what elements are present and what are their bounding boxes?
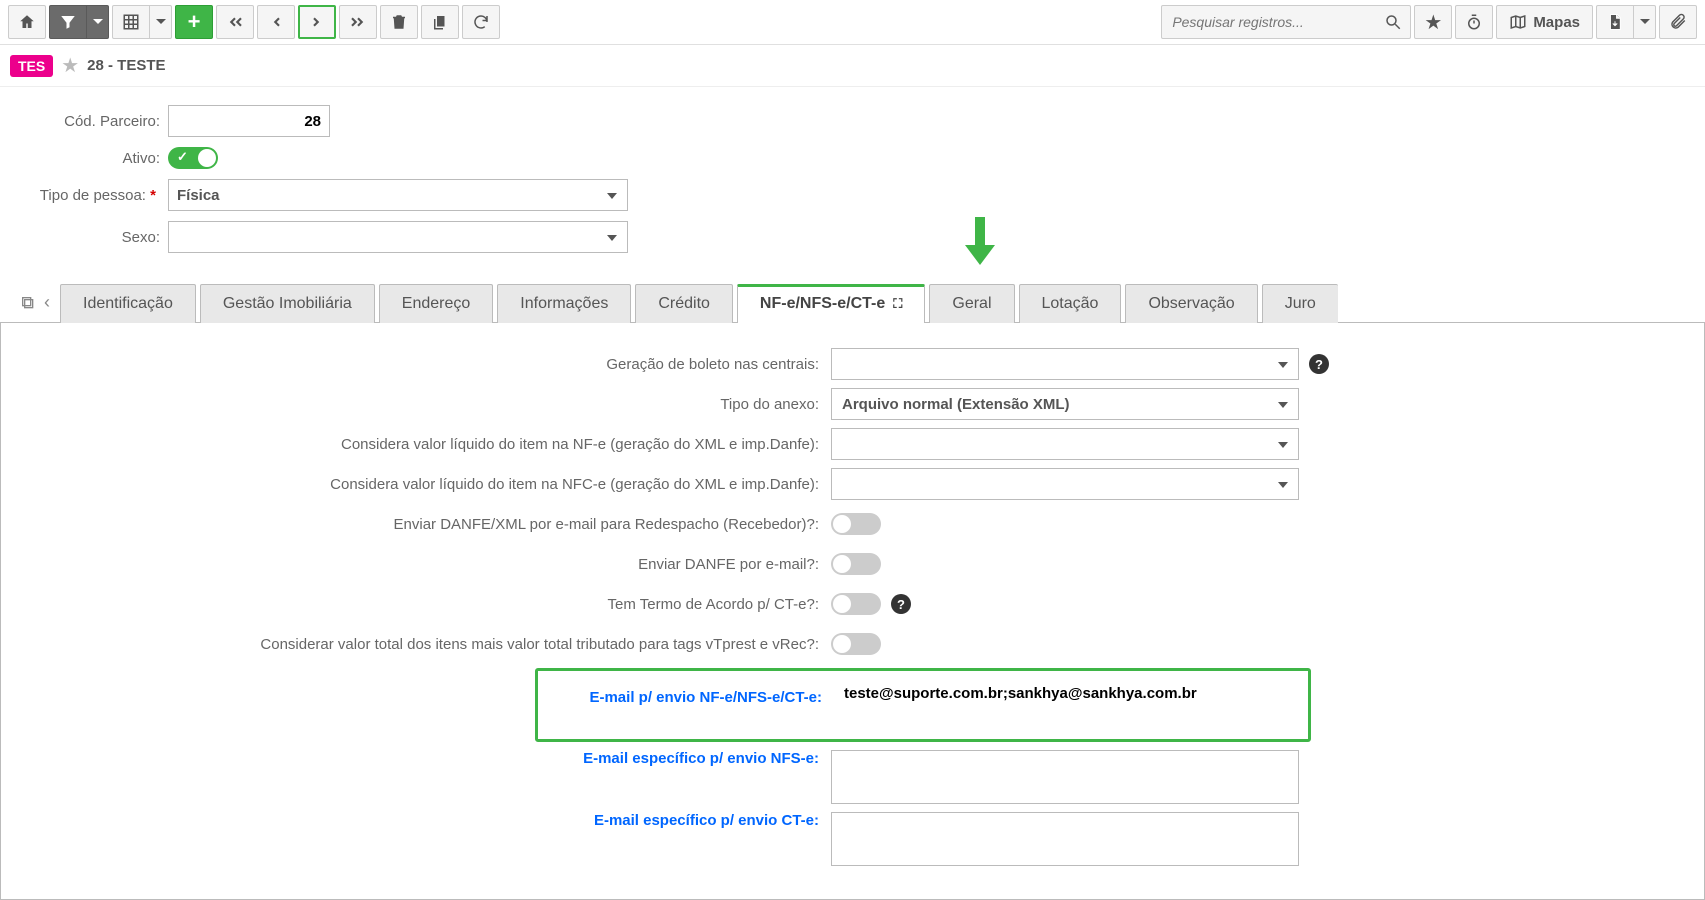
grid-button[interactable]: [112, 5, 150, 39]
help-icon[interactable]: ?: [891, 594, 911, 614]
cod-parceiro-label: Cód. Parceiro:: [18, 113, 168, 130]
last-button[interactable]: [339, 5, 377, 39]
prev-button[interactable]: [257, 5, 295, 39]
enviar-danfe-label: Enviar DANFE por e-mail?:: [11, 556, 831, 573]
enviar-danfe-toggle[interactable]: [831, 553, 881, 575]
home-icon: [18, 13, 36, 31]
email-nfe-input[interactable]: teste@suporte.com.br;sankhya@sankhya.com…: [834, 683, 1294, 711]
search-icon-button[interactable]: [1376, 13, 1410, 31]
termo-acordo-label: Tem Termo de Acordo p/ CT-e?:: [11, 596, 831, 613]
tab-nav: ‹: [10, 283, 60, 322]
chevron-left-icon: [267, 13, 285, 31]
tab-lotacao[interactable]: Lotação: [1019, 284, 1122, 323]
toolbar: + ★ Mapas: [0, 0, 1705, 45]
first-button[interactable]: [216, 5, 254, 39]
tab-identificacao[interactable]: Identificação: [60, 284, 196, 323]
star-icon: ★: [1424, 10, 1442, 35]
enviar-danfe-xml-toggle[interactable]: [831, 513, 881, 535]
filter-dropdown-button[interactable]: [87, 5, 109, 39]
export-dropdown-button[interactable]: [1634, 5, 1656, 39]
termo-acordo-toggle[interactable]: [831, 593, 881, 615]
email-nfse-input[interactable]: [831, 750, 1299, 804]
form-area: Cód. Parceiro: Ativo: Tipo de pessoa: * …: [0, 87, 1705, 273]
map-icon: [1509, 13, 1527, 31]
expand-icon[interactable]: ⛶: [893, 296, 902, 312]
tab-geral[interactable]: Geral: [929, 284, 1014, 323]
tab-scroll-left[interactable]: ‹: [44, 292, 50, 313]
email-nfse-label: E-mail específico p/ envio NFS-e:: [11, 750, 831, 767]
grid-icon: [122, 13, 140, 31]
home-button[interactable]: [8, 5, 46, 39]
considerar-total-label: Considerar valor total dos itens mais va…: [11, 636, 831, 653]
delete-button[interactable]: [380, 5, 418, 39]
add-button[interactable]: +: [175, 5, 213, 39]
grid-dropdown-button[interactable]: [150, 5, 172, 39]
considerar-total-toggle[interactable]: [831, 633, 881, 655]
copy-button[interactable]: [421, 5, 459, 39]
tab-juro[interactable]: Juro: [1262, 284, 1338, 323]
geracao-boleto-select[interactable]: [831, 348, 1299, 380]
ativo-toggle[interactable]: [168, 147, 218, 169]
highlight-arrow-icon: [965, 217, 995, 267]
email-nfe-label: E-mail p/ envio NF-e/NFS-e/CT-e:: [538, 689, 834, 706]
considera-nfe-label: Considera valor líquido do item na NF-e …: [11, 436, 831, 453]
tab-copy-icon[interactable]: [20, 295, 36, 311]
considera-nfce-label: Considera valor líquido do item na NFC-e…: [11, 476, 831, 493]
record-badge: TES: [10, 55, 53, 77]
sexo-label: Sexo:: [18, 229, 168, 246]
tab-gestao-imobiliaria[interactable]: Gestão Imobiliária: [200, 284, 375, 323]
chevron-down-icon: [93, 17, 103, 27]
sexo-select[interactable]: [168, 221, 628, 253]
tipo-pessoa-select[interactable]: Física: [168, 179, 628, 211]
search-input[interactable]: [1162, 14, 1376, 30]
stopwatch-icon: [1465, 13, 1483, 31]
paperclip-icon: [1669, 13, 1687, 31]
considera-nfe-select[interactable]: [831, 428, 1299, 460]
attach-button[interactable]: [1659, 5, 1697, 39]
tab-row: ‹ Identificação Gestão Imobiliária Ender…: [0, 283, 1705, 323]
refresh-button[interactable]: [462, 5, 500, 39]
double-chevron-left-icon: [226, 13, 244, 31]
record-title: 28 - TESTE: [87, 57, 165, 74]
filter-icon: [59, 13, 77, 31]
email-nfe-highlight: E-mail p/ envio NF-e/NFS-e/CT-e: teste@s…: [535, 668, 1311, 742]
tab-observacao[interactable]: Observação: [1125, 284, 1257, 323]
tipo-anexo-select[interactable]: Arquivo normal (Extensão XML): [831, 388, 1299, 420]
email-cte-label: E-mail específico p/ envio CT-e:: [11, 812, 831, 829]
tipo-anexo-label: Tipo do anexo:: [11, 396, 831, 413]
considera-nfce-select[interactable]: [831, 468, 1299, 500]
breadcrumb: TES ★ 28 - TESTE: [0, 45, 1705, 87]
chevron-down-icon: [156, 17, 166, 27]
enviar-danfe-xml-label: Enviar DANFE/XML por e-mail para Redespa…: [11, 516, 831, 533]
chevron-down-icon: [1640, 17, 1650, 27]
double-chevron-right-icon: [349, 13, 367, 31]
trash-icon: [390, 13, 408, 31]
tab-endereco[interactable]: Endereço: [379, 284, 494, 323]
maps-label: Mapas: [1533, 14, 1580, 31]
tab-nfe-nfse-cte[interactable]: NF-e/NFS-e/CT-e ⛶: [737, 284, 925, 323]
cod-parceiro-input[interactable]: [168, 105, 330, 137]
geracao-boleto-label: Geração de boleto nas centrais:: [11, 356, 831, 373]
maps-button[interactable]: Mapas: [1496, 5, 1593, 39]
next-button[interactable]: [298, 5, 336, 39]
refresh-icon: [472, 13, 490, 31]
export-button[interactable]: [1596, 5, 1634, 39]
tipo-pessoa-label: Tipo de pessoa: *: [18, 187, 168, 204]
email-cte-input[interactable]: [831, 812, 1299, 866]
search-box: [1161, 5, 1411, 39]
export-icon: [1606, 13, 1624, 31]
help-icon[interactable]: ?: [1309, 354, 1329, 374]
plus-icon: +: [188, 9, 201, 35]
tab-credito[interactable]: Crédito: [635, 284, 733, 323]
search-icon: [1384, 13, 1402, 31]
favorite-star[interactable]: ★: [61, 53, 79, 78]
timer-button[interactable]: [1455, 5, 1493, 39]
copy-icon: [431, 13, 449, 31]
filter-button[interactable]: [49, 5, 87, 39]
favorite-button[interactable]: ★: [1414, 5, 1452, 39]
tab-informacoes[interactable]: Informações: [497, 284, 631, 323]
tab-panel: Geração de boleto nas centrais: ? Tipo d…: [0, 323, 1705, 900]
chevron-right-icon: [308, 13, 326, 31]
ativo-label: Ativo:: [18, 150, 168, 167]
